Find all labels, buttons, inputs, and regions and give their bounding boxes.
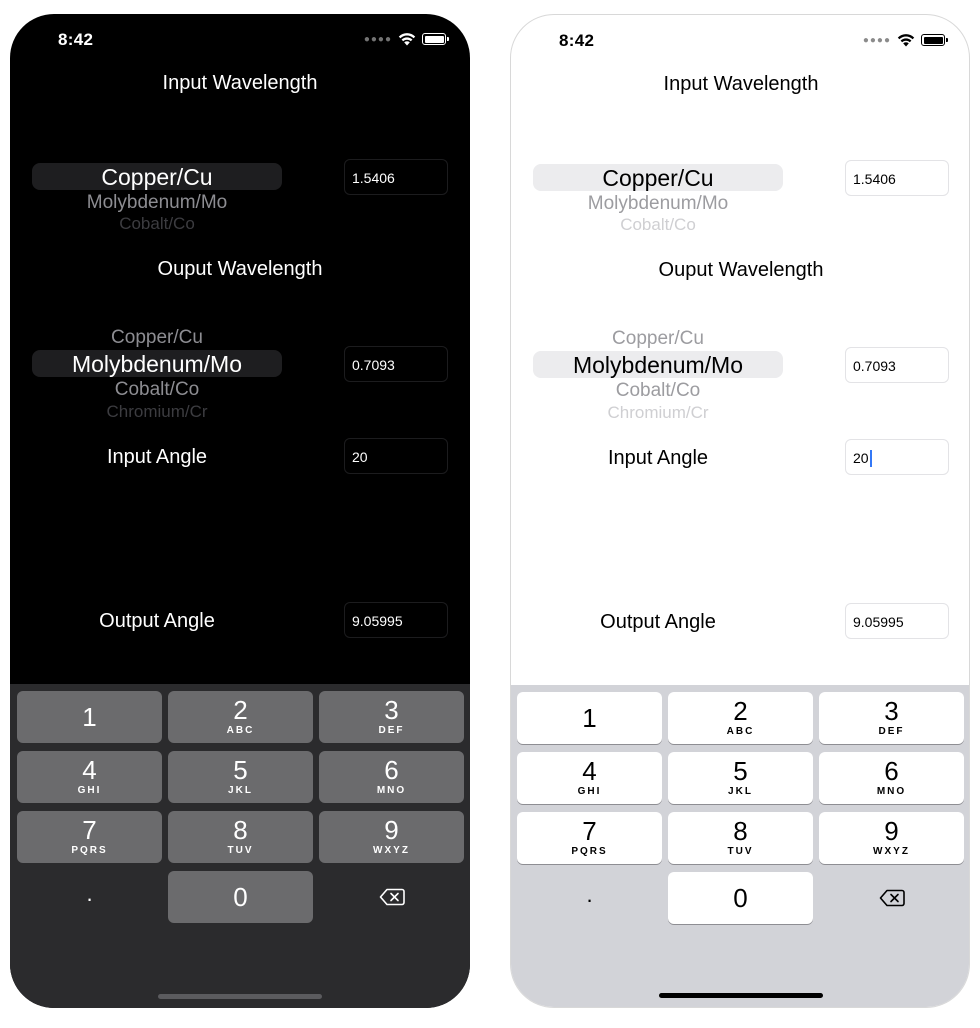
key-8[interactable]: 8 TUV [168, 811, 313, 863]
key-0[interactable]: 0 [168, 871, 313, 923]
key-8[interactable]: 8 TUV [668, 812, 813, 864]
key-7[interactable]: 7 PQRS [17, 811, 162, 863]
picker-row[interactable]: Molybdenum/Mo [533, 193, 783, 215]
output-wavelength-picker[interactable]: Copper/Cu Molybdenum/Mo Cobalt/Co Chromi… [32, 322, 282, 418]
wifi-icon [897, 34, 915, 47]
picker-row[interactable]: Copper/Cu [32, 327, 282, 349]
input-angle-field[interactable]: 20 [344, 438, 448, 474]
picker-row[interactable]: Cobalt/Co [32, 379, 282, 401]
output-wavelength-field[interactable]: 0.7093 [845, 347, 949, 383]
output-wavelength-field[interactable]: 0.7093 [344, 346, 448, 382]
input-wavelength-field[interactable]: 1.5406 [344, 159, 448, 195]
key-2[interactable]: 2 ABC [168, 691, 313, 743]
key-1[interactable]: 1 [17, 691, 162, 743]
input-wavelength-title: Input Wavelength [162, 72, 318, 94]
key-4[interactable]: 4 GHI [517, 752, 662, 804]
numeric-keyboard: 1 2 ABC 3 DEF 4 GHI 5 JKL 6 MNO 7 PQRS 8… [511, 685, 969, 1007]
key-backspace[interactable] [819, 872, 964, 924]
status-icons: ●●●● [363, 32, 449, 46]
picker-row-selected[interactable]: Molybdenum/Mo [533, 352, 783, 379]
input-angle-label: Input Angle [607, 447, 709, 469]
input-wavelength-title: Input Wavelength [663, 73, 819, 95]
key-1[interactable]: 1 [517, 692, 662, 744]
status-time: 8:42 [58, 30, 94, 49]
picker-row[interactable]: Chromium/Cr [533, 403, 783, 418]
picker-row-selected[interactable]: Copper/Cu [32, 164, 282, 191]
output-angle-label: Output Angle [99, 610, 215, 632]
wifi-icon [398, 33, 416, 46]
status-time: 8:42 [559, 31, 595, 50]
input-angle-field[interactable]: 20 [845, 439, 949, 475]
output-angle-label: Output Angle [600, 611, 716, 633]
picker-row[interactable]: Copper/Cu [533, 328, 783, 350]
battery-icon [921, 34, 948, 46]
output-wavelength-picker[interactable]: Copper/Cu Molybdenum/Mo Cobalt/Co Chromi… [533, 323, 783, 419]
key-9[interactable]: 9 WXYZ [819, 812, 964, 864]
picker-row-selected[interactable]: Molybdenum/Mo [32, 351, 282, 378]
key-5[interactable]: 5 JKL [668, 752, 813, 804]
input-angle-label: Input Angle [106, 446, 208, 468]
status-icons: ●●●● [862, 33, 948, 47]
picker-row[interactable]: Chromium/Cr [32, 402, 282, 417]
output-angle-field[interactable]: 9.05995 [344, 602, 448, 638]
key-2[interactable]: 2 ABC [668, 692, 813, 744]
key-3[interactable]: 3 DEF [319, 691, 464, 743]
cellular-signal-icon: ●●●● [862, 34, 891, 46]
key-6[interactable]: 6 MNO [819, 752, 964, 804]
key-7[interactable]: 7 PQRS [517, 812, 662, 864]
key-6[interactable]: 6 MNO [319, 751, 464, 803]
input-wavelength-field[interactable]: 1.5406 [845, 160, 949, 196]
key-decimal[interactable]: . [17, 871, 162, 923]
cellular-signal-icon: ●●●● [363, 33, 392, 45]
picker-row[interactable]: Cobalt/Co [533, 215, 783, 231]
battery-icon [422, 33, 449, 45]
output-wavelength-title: Ouput Wavelength [658, 259, 824, 281]
key-decimal[interactable]: . [517, 872, 662, 924]
input-angle-value: 20 [853, 450, 869, 466]
output-angle-field[interactable]: 9.05995 [845, 603, 949, 639]
key-backspace[interactable] [319, 871, 464, 923]
key-3[interactable]: 3 DEF [819, 692, 964, 744]
picker-row-selected[interactable]: Copper/Cu [533, 165, 783, 192]
key-0[interactable]: 0 [668, 872, 813, 924]
numeric-keyboard: 1 2 ABC 3 DEF 4 GHI 5 JKL 6 MNO 7 PQRS 8… [10, 684, 470, 1008]
picker-row[interactable]: Cobalt/Co [32, 214, 282, 230]
delete-backward-icon [879, 889, 905, 907]
text-cursor [869, 449, 872, 467]
output-wavelength-title: Ouput Wavelength [157, 258, 323, 280]
input-wavelength-picker[interactable]: Copper/Cu Molybdenum/Mo Cobalt/Co [533, 155, 783, 235]
key-9[interactable]: 9 WXYZ [319, 811, 464, 863]
home-indicator[interactable] [158, 994, 322, 999]
input-wavelength-picker[interactable]: Copper/Cu Molybdenum/Mo Cobalt/Co [32, 154, 282, 234]
key-5[interactable]: 5 JKL [168, 751, 313, 803]
key-4[interactable]: 4 GHI [17, 751, 162, 803]
phone-light-mode: 8:42 ●●●● Input Wavelength Copper/Cu Mol… [510, 14, 970, 1008]
picker-row[interactable]: Molybdenum/Mo [32, 192, 282, 214]
delete-backward-icon [379, 888, 405, 906]
home-indicator[interactable] [659, 993, 823, 998]
phone-dark-mode: 8:42 ●●●● Input Wavelength Copper/Cu Mol… [10, 14, 470, 1008]
picker-row[interactable]: Cobalt/Co [533, 380, 783, 402]
